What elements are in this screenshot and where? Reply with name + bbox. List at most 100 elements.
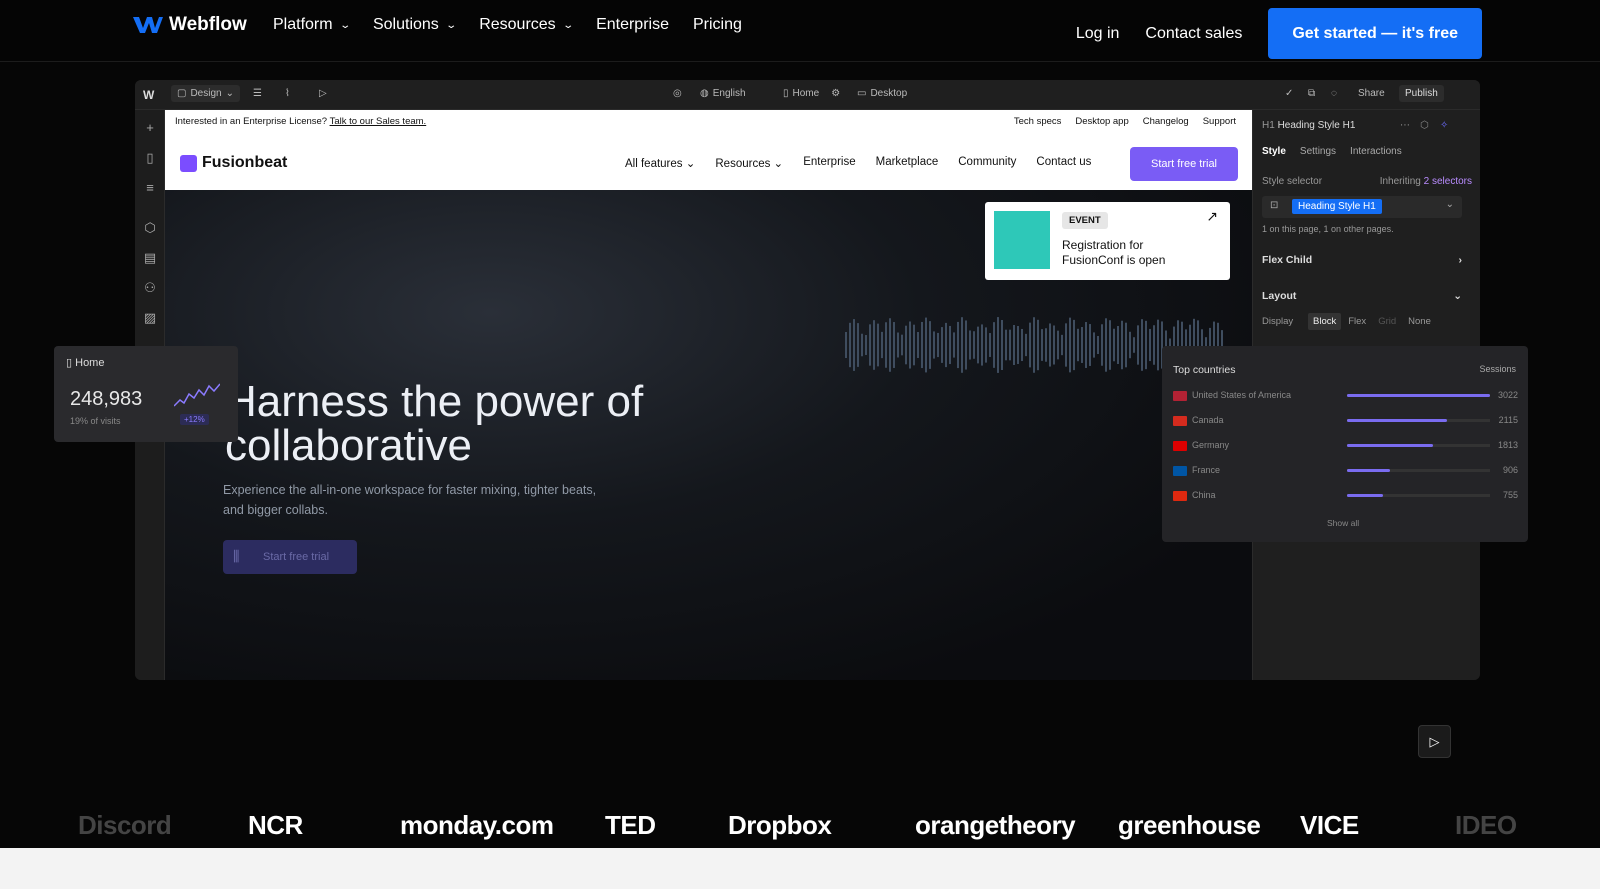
selector-input[interactable]: ⊡ Heading Style H1 ⌄ <box>1262 196 1462 218</box>
chevron-down-icon: ⌄ <box>682 158 696 170</box>
country-row: China 755 <box>1173 489 1518 503</box>
show-all-button[interactable]: Show all <box>1327 518 1359 528</box>
assets-icon[interactable]: ▨ <box>142 310 158 326</box>
panel-tab-style[interactable]: Style <box>1262 146 1286 157</box>
top-navigation: Webflow Platform ⌄ Solutions ⌄ Resources ⌄ Ent… <box>0 0 1600 62</box>
webflow-logo[interactable]: Webflow <box>133 14 247 36</box>
navigator-icon[interactable]: ≡ <box>142 180 158 196</box>
display-option-flex[interactable]: Flex <box>1343 313 1371 330</box>
session-bar <box>1347 469 1390 472</box>
site-nav-item[interactable]: All features ⌄ <box>625 156 695 170</box>
pages-icon[interactable]: ▯ <box>142 150 158 166</box>
site-canvas: Interested in an Enterprise License? Tal… <box>165 110 1252 680</box>
cms-icon[interactable]: ☰ <box>253 88 262 99</box>
get-started-button[interactable]: Get started — it's free <box>1268 8 1482 59</box>
check-icon[interactable]: ✓ <box>1285 88 1293 99</box>
panel-tabs: Style Settings Interactions <box>1262 146 1402 157</box>
nav-link-resources[interactable]: Resources ⌄ <box>479 16 574 34</box>
nav-link-pricing[interactable]: Pricing <box>693 16 742 34</box>
variables-icon[interactable]: ⚇ <box>142 280 158 296</box>
utility-link[interactable]: Desktop app <box>1075 116 1128 127</box>
nav-link-enterprise[interactable]: Enterprise <box>596 16 669 34</box>
session-bar <box>1347 494 1383 497</box>
nav-actions: Log in Contact sales Get started — it's … <box>1076 8 1482 59</box>
country-row: Canada 2115 <box>1173 414 1518 428</box>
page-analytics-card[interactable]: ▯ Home 248,983 19% of visits +12% <box>54 346 238 442</box>
panel-tab-settings[interactable]: Settings <box>1300 146 1336 157</box>
mode-dropdown[interactable]: ▢ Design ⌄ <box>171 85 240 102</box>
interaction-icon[interactable]: ✧ <box>1440 120 1448 131</box>
history-icon[interactable]: ⧉ <box>1308 88 1315 99</box>
session-bar <box>1347 444 1433 447</box>
nav-link-solutions[interactable]: Solutions ⌄ <box>373 16 457 34</box>
chevron-down-icon: ⌄ <box>561 19 574 31</box>
page-selector[interactable]: ▯ Home ⚙ <box>783 88 840 99</box>
announcement-link[interactable]: Talk to our Sales team. <box>330 116 427 127</box>
session-bar-track <box>1347 494 1490 497</box>
hero-heading[interactable]: Harness the power of collaborative <box>225 380 643 468</box>
country-name: United States of America <box>1192 390 1292 400</box>
hero-start-trial-button[interactable]: ⫼ Start free trial <box>223 540 357 574</box>
session-bar-track <box>1347 394 1490 397</box>
component-icon[interactable]: ⬡ <box>1420 120 1429 131</box>
display-option-grid[interactable]: Grid <box>1373 313 1401 330</box>
site-nav-item[interactable]: Resources ⌄ <box>715 156 783 170</box>
site-nav-item[interactable]: Marketplace <box>876 156 939 170</box>
event-card[interactable]: EVENT Registration for FusionConf is ope… <box>985 202 1230 280</box>
utility-link[interactable]: Support <box>1203 116 1236 127</box>
publish-button[interactable]: Publish <box>1399 85 1444 102</box>
flex-child-section[interactable]: Flex Child › <box>1262 254 1462 266</box>
focus-icon[interactable]: ◎ <box>673 88 682 99</box>
analytics-icon[interactable]: ⌇ <box>285 88 290 99</box>
page: Webflow Platform ⌄ Solutions ⌄ Resources ⌄ Ent… <box>0 0 1600 889</box>
session-bar-track <box>1347 444 1490 447</box>
session-bar <box>1347 394 1490 397</box>
nav-link-platform[interactable]: Platform ⌄ <box>273 16 351 34</box>
site-nav-item[interactable]: Contact us <box>1036 156 1091 170</box>
breakpoint-selector[interactable]: ▭ Desktop <box>857 88 907 99</box>
selector-chip[interactable]: Heading Style H1 <box>1292 199 1382 214</box>
chevron-right-icon: › <box>1458 254 1463 266</box>
components-icon[interactable]: ⬡ <box>142 220 158 236</box>
brand-name: Webflow <box>169 14 247 35</box>
webflow-mark-icon[interactable]: W <box>143 88 154 102</box>
utility-link[interactable]: Changelog <box>1143 116 1189 127</box>
country-row: Germany 1813 <box>1173 439 1518 453</box>
nav-link-label: Enterprise <box>596 16 669 33</box>
page-analytics-title: ▯ Home <box>66 356 104 369</box>
login-link[interactable]: Log in <box>1076 25 1120 43</box>
usage-text: 1 on this page, 1 on other pages. <box>1262 224 1394 234</box>
cms-collections-icon[interactable]: ▤ <box>142 250 158 266</box>
site-nav-item[interactable]: Enterprise <box>803 156 855 170</box>
preview-play-icon[interactable]: ▷ <box>319 88 327 99</box>
add-icon[interactable]: + <box>142 120 158 136</box>
contact-sales-link[interactable]: Contact sales <box>1145 25 1242 43</box>
selector-icon: ⊡ <box>1270 200 1279 211</box>
panel-tab-interactions[interactable]: Interactions <box>1350 146 1402 157</box>
customer-logo-dropbox: Dropbox <box>728 810 832 840</box>
flag-icon <box>1173 466 1187 476</box>
layout-section[interactable]: Layout ⌄ <box>1262 290 1462 302</box>
desktop-icon: ▭ <box>857 88 867 99</box>
share-button[interactable]: Share <box>1358 88 1385 99</box>
site-start-trial-button[interactable]: Start free trial <box>1130 147 1238 181</box>
play-video-button[interactable]: ▷ <box>1418 725 1451 758</box>
utility-link[interactable]: Tech specs <box>1014 116 1062 127</box>
display-option-block[interactable]: Block <box>1308 313 1342 330</box>
nav-link-label: Resources <box>479 16 556 33</box>
more-icon[interactable]: ⋯ <box>1400 120 1410 131</box>
session-bar <box>1347 419 1448 422</box>
gear-icon: ⚙ <box>831 88 841 99</box>
locale-selector[interactable]: ◍ English <box>700 88 746 99</box>
hero-button-label: Start free trial <box>263 551 330 563</box>
site-nav-item[interactable]: Community <box>958 156 1016 170</box>
announcement-text: Interested in an Enterprise License? <box>175 116 328 127</box>
fusionbeat-logo[interactable]: Fusionbeat <box>180 154 287 172</box>
page-icon: ▯ <box>783 88 789 99</box>
display-option-none[interactable]: None <box>1403 313 1436 330</box>
comments-icon[interactable]: ◌ <box>1331 88 1337 99</box>
selected-element-name: Heading Style H1 <box>1277 120 1356 131</box>
top-countries-title: Top countries <box>1173 364 1236 376</box>
hero-heading-line-1: Harness the power of <box>225 377 644 426</box>
inheriting-info[interactable]: Inheriting 2 selectors <box>1380 176 1472 187</box>
